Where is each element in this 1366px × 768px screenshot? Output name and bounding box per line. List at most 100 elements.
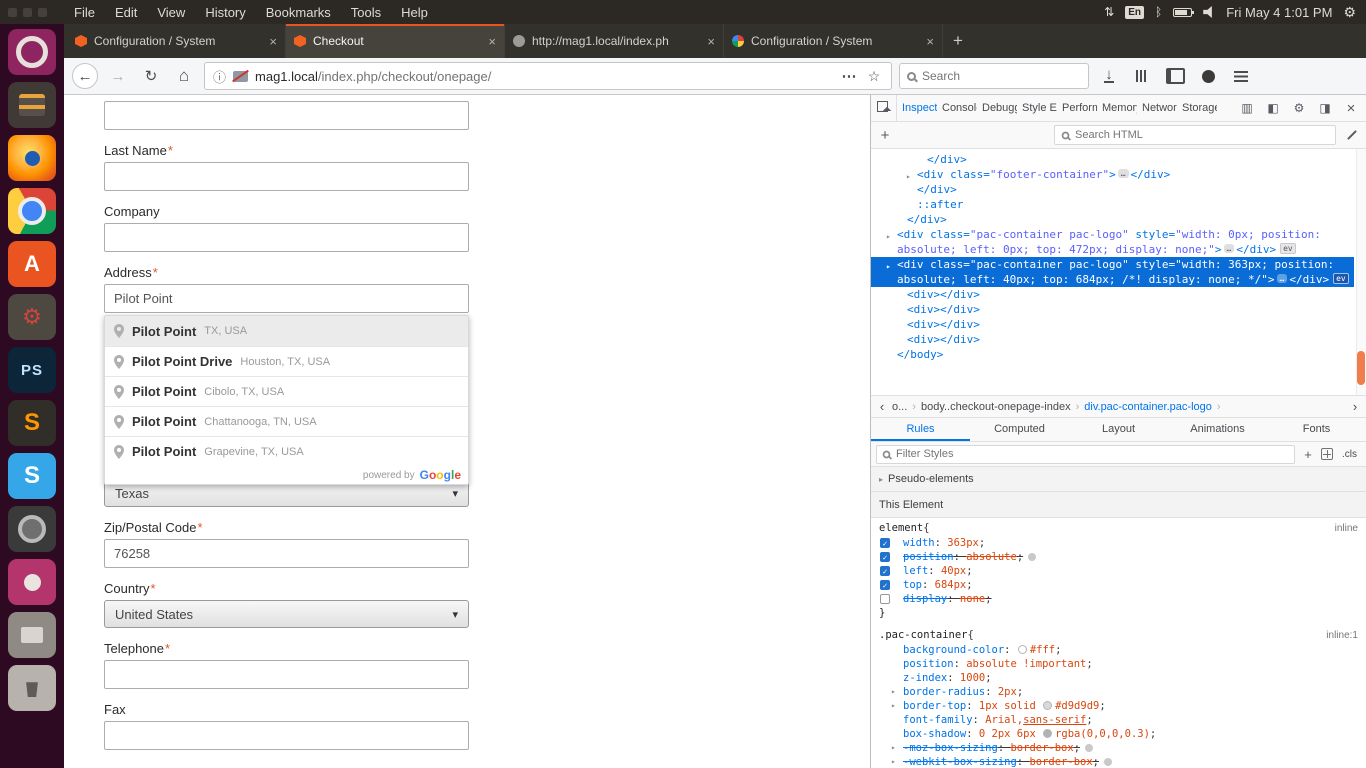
menu-item[interactable]: File: [64, 5, 105, 20]
file-cabinet-icon[interactable]: [8, 82, 56, 128]
devtools-close-icon[interactable]: [1340, 97, 1362, 119]
company-input[interactable]: [104, 223, 469, 252]
breadcrumb-item[interactable]: div.pac-container.pac-logo: [1081, 401, 1215, 413]
tab-close-icon[interactable]: [926, 34, 934, 49]
menu-item[interactable]: View: [147, 5, 195, 20]
network-arrows-icon[interactable]: ⇅: [1104, 5, 1114, 19]
add-rule-icon[interactable]: [1300, 446, 1316, 462]
chromium-icon[interactable]: [8, 188, 56, 234]
pick-element-icon[interactable]: [871, 95, 897, 121]
menu-item[interactable]: Tools: [341, 5, 391, 20]
archive-manager-icon[interactable]: [8, 612, 56, 658]
back-button[interactable]: [72, 63, 98, 89]
dock-side-icon[interactable]: [1262, 97, 1284, 119]
photoshop-icon[interactable]: [8, 347, 56, 393]
address-input[interactable]: [104, 284, 469, 313]
skype-icon[interactable]: [8, 453, 56, 499]
firefox-icon[interactable]: [8, 135, 56, 181]
breadcrumb-item[interactable]: o...: [889, 401, 910, 413]
window-maximize-icon[interactable]: [38, 8, 47, 17]
sublime-text-icon[interactable]: [8, 400, 56, 446]
filter-styles-box[interactable]: [876, 445, 1295, 464]
devtools-tab[interactable]: Console: [937, 95, 977, 121]
sidebar-tab[interactable]: Animations: [1168, 418, 1267, 441]
session-gear-icon[interactable]: [1343, 4, 1356, 21]
breadcrumb-item[interactable]: body..checkout-onepage-index: [918, 401, 1074, 413]
devtools-tab[interactable]: Storage: [1177, 95, 1217, 121]
country-select[interactable]: United States: [104, 600, 469, 628]
url-bar[interactable]: mag1.local/index.php/checkout/onepage/: [204, 62, 892, 90]
autocomplete-suggestion[interactable]: Pilot Point Grapevine, TX, USA: [105, 436, 468, 466]
devtools-search-box[interactable]: [1054, 125, 1336, 145]
bluetooth-icon[interactable]: ᛒ: [1155, 5, 1162, 19]
devtools-tab[interactable]: Inspector: [897, 95, 937, 121]
responsive-mode-icon[interactable]: [1236, 97, 1258, 119]
menu-item[interactable]: Edit: [105, 5, 147, 20]
menu-item[interactable]: History: [195, 5, 255, 20]
keyboard-layout-indicator[interactable]: En: [1125, 6, 1144, 19]
devtools-settings-icon[interactable]: [1288, 97, 1310, 119]
breadcrumb-scroll-left-icon[interactable]: [875, 399, 889, 414]
bookmark-star-icon[interactable]: [865, 63, 883, 89]
downloads-icon[interactable]: [1096, 63, 1122, 89]
tab-close-icon[interactable]: [707, 34, 715, 49]
telephone-input[interactable]: [104, 660, 469, 689]
new-tab-button[interactable]: [943, 24, 973, 58]
eyedropper-icon[interactable]: [1342, 125, 1362, 145]
sidebar-tab[interactable]: Rules: [871, 418, 970, 441]
search-bar[interactable]: [899, 63, 1089, 89]
system-settings-icon[interactable]: [8, 294, 56, 340]
tab-configuration-system-2[interactable]: Configuration / System: [724, 24, 943, 58]
window-controls[interactable]: [0, 8, 64, 17]
screenshots-icon[interactable]: [1195, 63, 1221, 89]
trash-icon[interactable]: [8, 665, 56, 711]
add-node-icon[interactable]: [875, 125, 895, 145]
media-player-icon[interactable]: [8, 559, 56, 605]
blocked-permission-icon[interactable]: [233, 71, 248, 82]
hamburger-menu-icon[interactable]: [1228, 63, 1254, 89]
ubuntu-software-icon[interactable]: [8, 241, 56, 287]
devtools-tab[interactable]: Memory: [1097, 95, 1137, 121]
filter-styles-input[interactable]: [896, 448, 1289, 460]
forward-button[interactable]: [105, 63, 131, 89]
pseudo-class-panel-icon[interactable]: [1321, 448, 1333, 460]
screenshot-tool-icon[interactable]: [8, 506, 56, 552]
pseudo-elements-section[interactable]: Pseudo-elements: [871, 467, 1366, 492]
menu-item[interactable]: Bookmarks: [256, 5, 341, 20]
first-name-input[interactable]: [104, 101, 469, 130]
scrollbar-thumb[interactable]: [1357, 351, 1365, 385]
devtools-tab[interactable]: Style Editor: [1017, 95, 1057, 121]
menu-item[interactable]: Help: [391, 5, 438, 20]
devtools-tab[interactable]: Network: [1137, 95, 1177, 121]
search-input[interactable]: [922, 69, 1081, 83]
expand-icon[interactable]: [879, 475, 883, 484]
tab-checkout[interactable]: Checkout: [286, 24, 505, 58]
scrollbar[interactable]: [1356, 149, 1366, 395]
autocomplete-suggestion[interactable]: Pilot Point Chattanooga, TN, USA: [105, 406, 468, 436]
autocomplete-suggestion[interactable]: Pilot Point TX, USA: [105, 316, 468, 346]
page-actions-icon[interactable]: [840, 63, 858, 89]
autocomplete-suggestion[interactable]: Pilot Point Cibolo, TX, USA: [105, 376, 468, 406]
dock-bottom-icon[interactable]: [1314, 97, 1336, 119]
tab-configuration-system-1[interactable]: Configuration / System: [67, 24, 286, 58]
sidebar-tab[interactable]: Fonts: [1267, 418, 1366, 441]
devtools-search-input[interactable]: [1075, 129, 1329, 141]
last-name-input[interactable]: [104, 162, 469, 191]
fax-input[interactable]: [104, 721, 469, 750]
volume-icon[interactable]: [1203, 6, 1215, 18]
devtools-tab[interactable]: Debugger: [977, 95, 1017, 121]
site-info-icon[interactable]: [213, 67, 226, 86]
class-panel-toggle[interactable]: .cls: [1338, 449, 1361, 460]
reload-button[interactable]: [138, 63, 164, 89]
library-icon[interactable]: [1129, 63, 1155, 89]
ubuntu-dash-icon[interactable]: [8, 29, 56, 75]
window-minimize-icon[interactable]: [23, 8, 32, 17]
css-rules-view[interactable]: element {inline✓width: 363px;✓position: …: [871, 518, 1366, 768]
autocomplete-suggestion[interactable]: Pilot Point Drive Houston, TX, USA: [105, 346, 468, 376]
tab-close-icon[interactable]: [488, 34, 496, 49]
window-close-icon[interactable]: [8, 8, 17, 17]
tab-close-icon[interactable]: [269, 34, 277, 49]
sidebar-tab[interactable]: Layout: [1069, 418, 1168, 441]
system-clock[interactable]: Fri May 4 1:01 PM: [1226, 5, 1332, 20]
html-tree[interactable]: </div>▸<div class="footer-container">…</…: [871, 149, 1366, 395]
